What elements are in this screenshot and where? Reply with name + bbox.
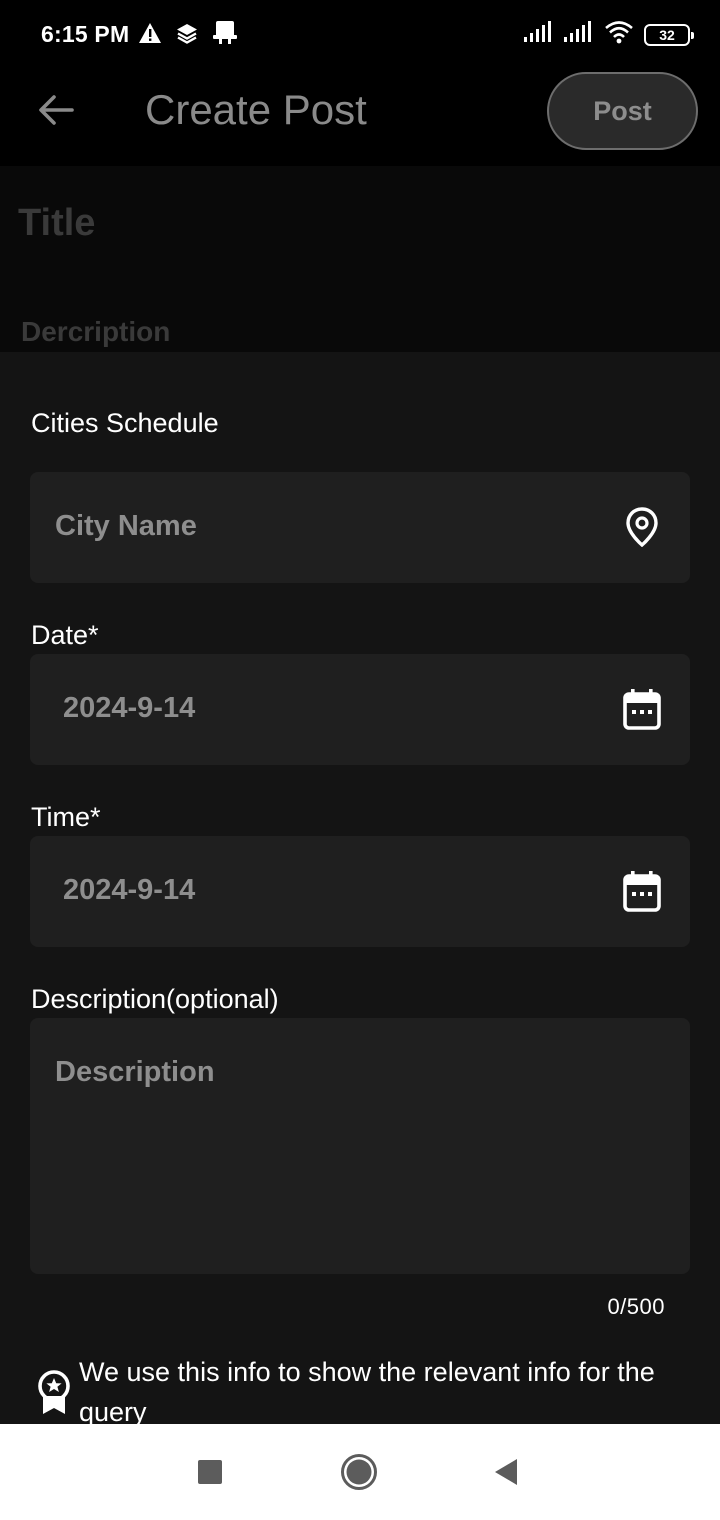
- time-label: Time*: [31, 802, 101, 832]
- status-time: 6:15 PM: [41, 21, 130, 47]
- badge-icon: [36, 1370, 72, 1416]
- layers-icon: [175, 22, 199, 49]
- info-text: We use this info to show the relevant in…: [79, 1357, 655, 1424]
- notification-icon: [212, 20, 238, 51]
- page-title: Create Post: [145, 86, 367, 133]
- title-input[interactable]: Title: [18, 202, 95, 245]
- back-icon[interactable]: [482, 1448, 530, 1496]
- status-bar: 6:15 PM 32: [0, 0, 720, 70]
- post-form: Title Dercription: [0, 166, 720, 352]
- signal-icon: [524, 21, 554, 48]
- location-pin-icon[interactable]: [622, 507, 662, 547]
- alert-icon: [138, 22, 162, 49]
- arrow-back-icon: [38, 94, 74, 131]
- city-name-field[interactable]: City Name: [30, 472, 690, 583]
- description-label: Description(optional): [31, 984, 279, 1014]
- date-field[interactable]: 2024-9-14: [30, 654, 690, 765]
- character-counter: 0/500: [607, 1294, 665, 1319]
- calendar-icon[interactable]: [622, 871, 662, 912]
- status-notification-icons: [138, 20, 238, 51]
- time-field[interactable]: 2024-9-14: [30, 836, 690, 947]
- status-system-icons: 32: [524, 20, 694, 49]
- battery-indicator: 32: [644, 23, 694, 46]
- description-textarea[interactable]: Description: [30, 1018, 690, 1274]
- section-title: Cities Schedule: [31, 408, 219, 438]
- date-value: 2024-9-14: [63, 692, 196, 724]
- time-value: 2024-9-14: [63, 874, 196, 906]
- calendar-icon[interactable]: [622, 689, 662, 730]
- app-bar: Create Post Post: [0, 70, 720, 166]
- city-name-placeholder: City Name: [55, 510, 197, 542]
- date-label: Date*: [31, 620, 99, 650]
- wifi-icon: [604, 20, 634, 49]
- recents-icon[interactable]: [186, 1448, 234, 1496]
- description-placeholder: Description: [55, 1056, 215, 1088]
- cities-schedule-sheet: Cities Schedule City Name Date* 2024-9-1…: [0, 352, 720, 1424]
- post-description-input[interactable]: Dercription: [21, 316, 170, 348]
- signal-icon: [564, 21, 594, 48]
- home-icon[interactable]: [335, 1448, 383, 1496]
- post-button[interactable]: Post: [547, 72, 698, 150]
- back-button[interactable]: [28, 84, 84, 140]
- system-nav-bar: [0, 1424, 720, 1520]
